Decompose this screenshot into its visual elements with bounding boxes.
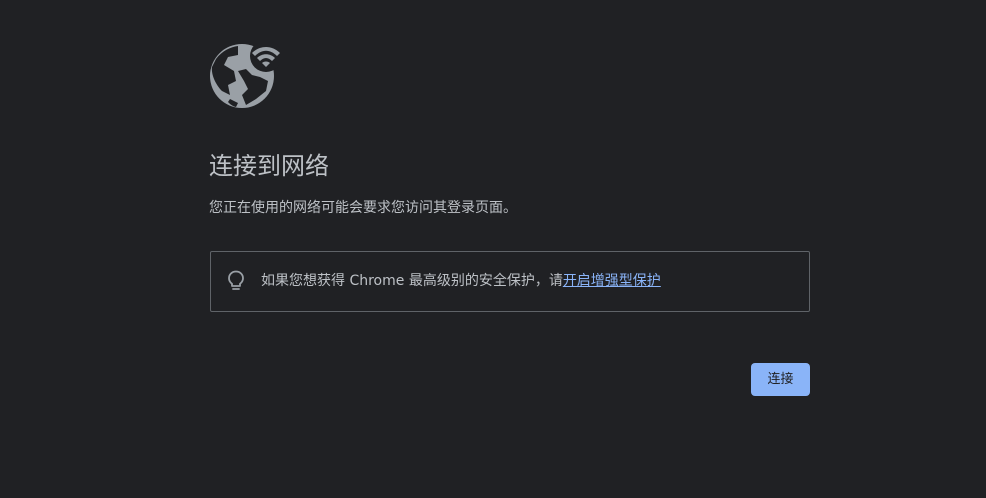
globe-wifi-icon [210, 43, 280, 108]
lightbulb-icon [228, 270, 244, 290]
connect-button[interactable]: 连接 [751, 363, 810, 396]
info-text: 如果您想获得 Chrome 最高级别的安全保护，请开启增强型保护 [261, 271, 661, 291]
info-message: 如果您想获得 Chrome 最高级别的安全保护，请 [261, 273, 563, 289]
enhanced-protection-link[interactable]: 开启增强型保护 [563, 273, 661, 289]
page-subtitle: 您正在使用的网络可能会要求您访问其登录页面。 [209, 200, 517, 216]
page-title: 连接到网络 [209, 152, 329, 180]
interstitial-page: 连接到网络 您正在使用的网络可能会要求您访问其登录页面。 如果您想获得 Chro… [0, 0, 986, 498]
security-info-box: 如果您想获得 Chrome 最高级别的安全保护，请开启增强型保护 [210, 251, 810, 312]
